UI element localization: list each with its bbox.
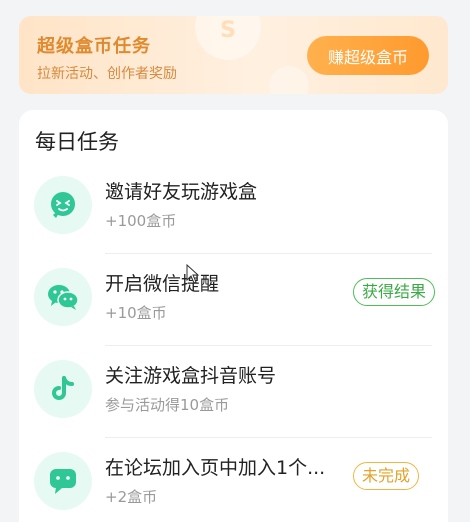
task-name: 开启微信提醒 (105, 273, 220, 295)
tiktok-icon (34, 360, 92, 418)
chat-bubble-icon (34, 452, 92, 510)
task-name: 在论坛加入页中加入1个... (105, 457, 326, 479)
coin-decoration-icon: S (195, 16, 261, 60)
task-reward: +100盒币 (105, 212, 177, 230)
bubble-decoration (269, 66, 309, 94)
task-row-invite[interactable]: 邀请好友玩游戏盒 +100盒币 (19, 162, 448, 254)
banner-title: 超级盒币任务 (37, 36, 151, 57)
incomplete-button[interactable]: 未完成 (353, 462, 420, 490)
task-name: 邀请好友玩游戏盒 (105, 181, 258, 203)
super-coin-banner[interactable]: S 超级盒币任务 拉新活动、创作者奖励 赚超级盒币 (19, 16, 448, 94)
task-row-follow-douyin[interactable]: 关注游戏盒抖音账号 参与活动得10盒币 (19, 346, 448, 438)
get-result-button[interactable]: 获得结果 (353, 278, 436, 306)
task-name: 关注游戏盒抖音账号 (105, 365, 277, 387)
earn-super-coin-button[interactable]: 赚超级盒币 (307, 36, 429, 75)
wechat-icon (34, 268, 92, 326)
task-reward: +10盒币 (105, 304, 167, 322)
mouse-cursor-icon (186, 264, 200, 284)
daily-tasks-card: 每日任务 邀请好友玩游戏盒 +100盒币 开启微信提醒 +10盒币 获得结果 关… (19, 110, 448, 522)
banner-subtitle: 拉新活动、创作者奖励 (37, 66, 177, 82)
task-row-wechat-reminder[interactable]: 开启微信提醒 +10盒币 获得结果 (19, 254, 448, 346)
daily-tasks-title: 每日任务 (35, 130, 119, 154)
task-center-page: S 超级盒币任务 拉新活动、创作者奖励 赚超级盒币 每日任务 邀请好友玩游戏盒 … (0, 0, 470, 522)
task-reward: 参与活动得10盒币 (105, 396, 230, 414)
task-reward: +2盒币 (105, 488, 158, 506)
invite-face-icon (34, 176, 92, 234)
task-row-forum-join[interactable]: 在论坛加入页中加入1个... +2盒币 未完成 (19, 438, 448, 522)
